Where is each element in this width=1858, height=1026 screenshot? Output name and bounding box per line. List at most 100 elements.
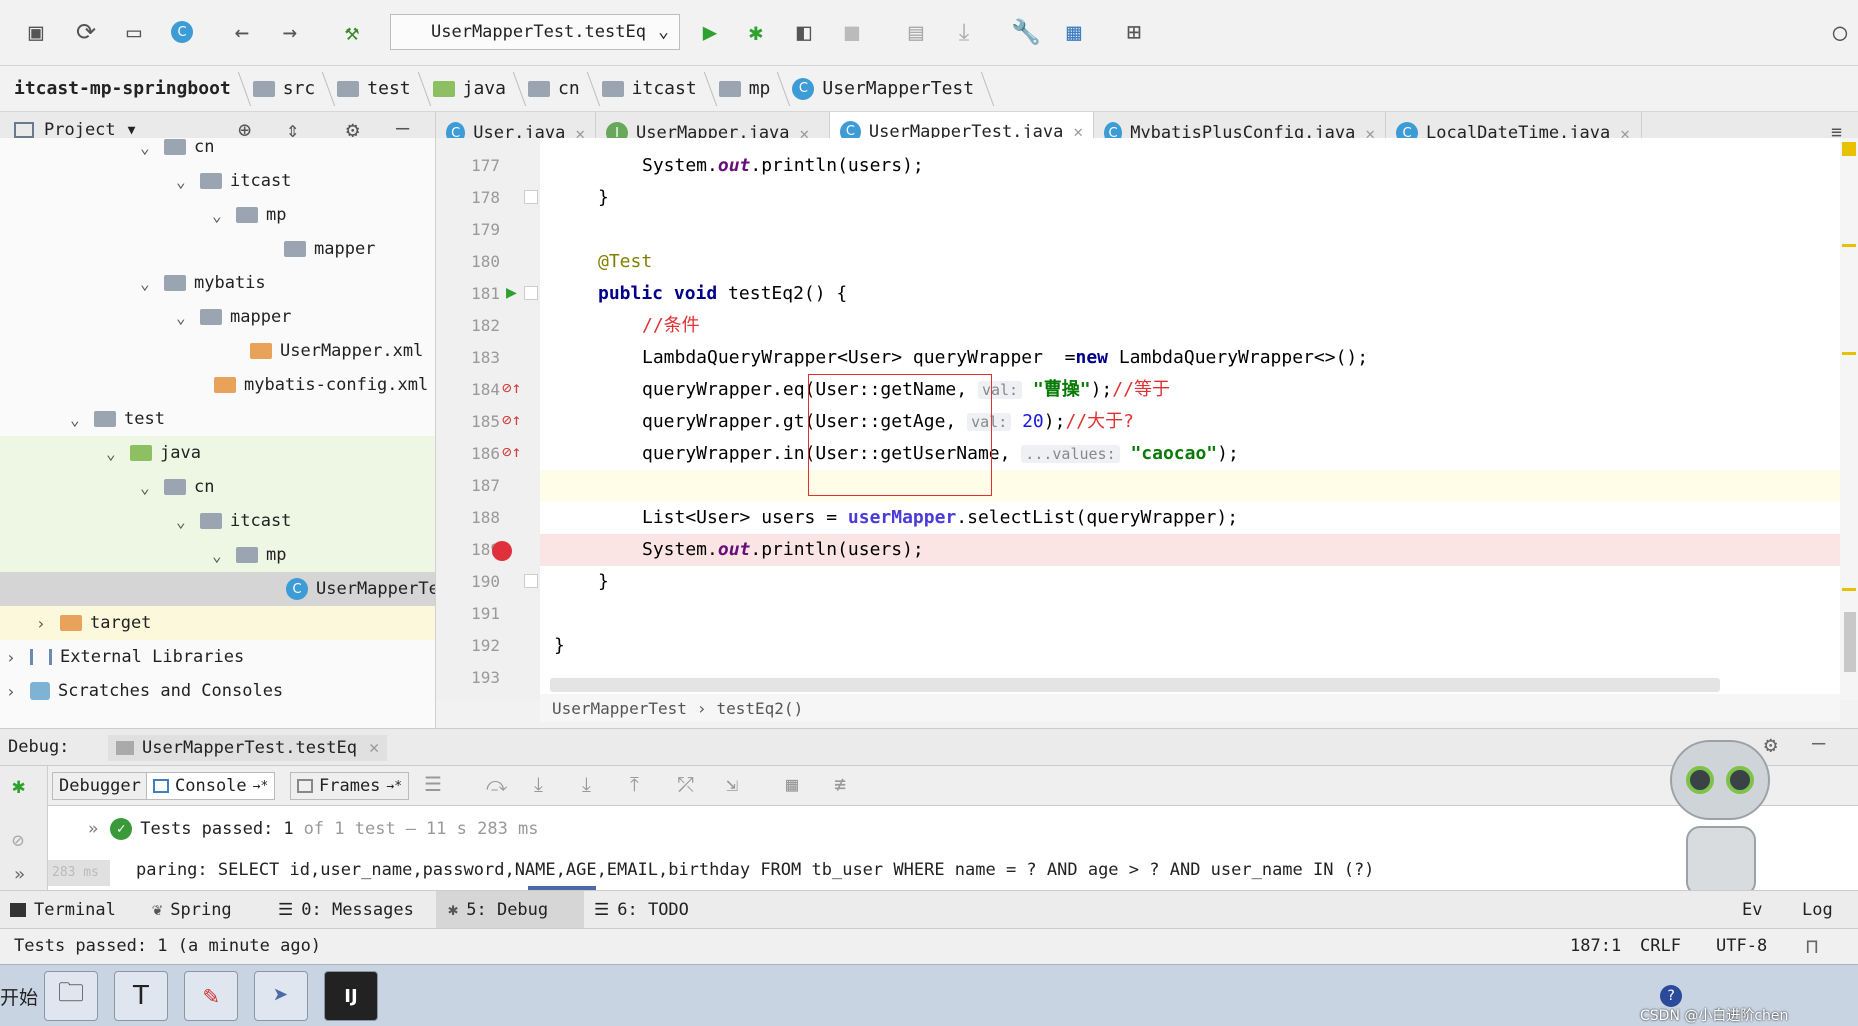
list-icon[interactable]: ☰	[424, 772, 442, 796]
settings-wrench-icon[interactable]: 🔧	[1010, 16, 1042, 48]
tree-node[interactable]: › External Libraries	[6, 640, 244, 674]
drop-frame-icon[interactable]: ⤱	[678, 772, 694, 796]
tree-node[interactable]: ⌄ itcast	[176, 164, 291, 198]
tab-spring[interactable]: ❦ Spring	[152, 891, 232, 929]
tree-node[interactable]: ⌄ test	[70, 402, 165, 436]
breadcrumb-src[interactable]: src	[245, 66, 330, 112]
tree-node[interactable]: ⌄ mp	[212, 538, 286, 572]
tab-frames[interactable]: Frames →*	[290, 772, 410, 800]
tab-console[interactable]: Console →*	[146, 772, 276, 800]
tree-node[interactable]: ⌄ cn	[140, 470, 214, 504]
mute-breakpoints-icon[interactable]: ⊘	[12, 828, 24, 852]
tree-node-selected[interactable]: C UserMapperTe	[286, 572, 435, 606]
code-editor[interactable]: System.out.println(users); } @Test publi…	[540, 138, 1840, 700]
editor-error-stripe[interactable]	[1840, 138, 1858, 700]
breadcrumb-java[interactable]: java	[425, 66, 520, 112]
stripe-mark[interactable]	[1842, 588, 1856, 591]
file-explorer-icon[interactable]: 🗀	[44, 971, 98, 1021]
tree-node[interactable]: ⌄ itcast	[176, 504, 291, 538]
method-reference-icon[interactable]: ⊘↑	[502, 442, 521, 461]
fold-icon[interactable]	[524, 286, 538, 300]
pin-icon[interactable]: →*	[253, 779, 269, 794]
method-reference-icon[interactable]: ⊘↑	[502, 378, 521, 397]
intellij-idea-icon[interactable]: IJ	[324, 971, 378, 1021]
tree-node[interactable]: mapper	[284, 232, 375, 266]
run-test-icon[interactable]: ▶	[506, 282, 517, 303]
breadcrumb-cn[interactable]: cn	[520, 66, 594, 112]
run-to-cursor-icon[interactable]: ⇲	[726, 772, 738, 796]
back-arrow-icon[interactable]: ←	[226, 16, 258, 48]
shark-app-icon[interactable]: ➤	[254, 971, 308, 1021]
vcs-commit-icon[interactable]: ⤓	[948, 16, 980, 48]
tree-node[interactable]: ⌄ mybatis	[140, 266, 266, 300]
close-icon[interactable]: ✕	[369, 738, 379, 758]
run-icon[interactable]: ▶	[694, 16, 726, 48]
tree-node[interactable]: ⌄ cn	[140, 138, 214, 164]
breadcrumb-mp[interactable]: mp	[711, 66, 785, 112]
step-over-icon[interactable]: ⤼	[486, 772, 507, 796]
tree-node[interactable]: ⌄ mapper	[176, 300, 291, 334]
tab-debugger[interactable]: Debugger	[52, 772, 148, 800]
vcs-update-icon[interactable]: ▤	[900, 16, 932, 48]
class-icon[interactable]: C	[166, 16, 198, 48]
expand-icon[interactable]: »	[14, 864, 25, 885]
force-step-into-icon[interactable]: ⤓	[582, 772, 591, 796]
horizontal-scrollbar[interactable]	[550, 678, 1720, 692]
text-editor-icon[interactable]: T	[114, 971, 168, 1021]
step-out-icon[interactable]: ⤒	[630, 772, 639, 796]
tab-messages[interactable]: ☰ 0: Messages	[278, 891, 414, 929]
breadcrumb-itcast[interactable]: itcast	[594, 66, 711, 112]
tree-node[interactable]: UserMapper.xml	[250, 334, 423, 368]
breadcrumb-test[interactable]: test	[329, 66, 424, 112]
stripe-mark[interactable]	[1842, 352, 1856, 355]
evaluate-icon[interactable]: ▦	[786, 772, 798, 796]
tree-node[interactable]: › Scratches and Consoles	[6, 674, 283, 708]
sync-icon[interactable]: ⟳	[70, 16, 102, 48]
save-icon[interactable]: ▣	[20, 16, 52, 48]
trace-icon[interactable]: ≢	[834, 772, 846, 796]
debug-bug-icon[interactable]: ✱	[12, 774, 25, 799]
sdk-manager-icon[interactable]: ⊞	[1118, 16, 1150, 48]
project-view-selector[interactable]: Project ▼	[14, 120, 135, 140]
vertical-scrollbar-thumb[interactable]	[1844, 612, 1856, 672]
tab-terminal[interactable]: Terminal	[10, 891, 116, 929]
folder-icon[interactable]: ▭	[118, 16, 150, 48]
method-reference-icon[interactable]: ⊘↑	[502, 410, 521, 429]
cursor-position[interactable]: 187:1	[1570, 936, 1621, 956]
forward-arrow-icon[interactable]: →	[274, 16, 306, 48]
app-icon[interactable]: ✎	[184, 971, 238, 1021]
breakpoint-icon[interactable]	[492, 541, 512, 561]
code-breadcrumb-method[interactable]: testEq2()	[717, 699, 804, 718]
help-icon[interactable]: ?	[1660, 985, 1682, 1007]
warning-indicator-icon[interactable]	[1842, 142, 1856, 156]
stripe-mark[interactable]	[1842, 244, 1856, 247]
tree-node[interactable]: ⌄ mp	[212, 198, 286, 232]
search-icon[interactable]: ○	[1824, 16, 1856, 48]
tree-node[interactable]: mybatis-config.xml	[214, 368, 428, 402]
tab-todo[interactable]: ☰ 6: TODO	[594, 891, 689, 929]
console-output[interactable]: » ✓ Tests passed: 1 of 1 test – 11 s 283…	[48, 806, 1858, 890]
breadcrumb-class[interactable]: C UserMapperTest	[784, 66, 988, 112]
minimize-icon[interactable]: —	[1812, 731, 1825, 756]
tree-node[interactable]: › target	[36, 606, 151, 640]
debug-session-tab[interactable]: UserMapperTest.testEq ✕	[108, 735, 388, 761]
tree-node[interactable]: ⌄ java	[106, 436, 201, 470]
run-configuration-select[interactable]: UserMapperTest.testEq ⌄	[390, 14, 680, 50]
project-structure-icon[interactable]: ▦	[1058, 16, 1090, 48]
pin-icon[interactable]: →*	[386, 779, 402, 794]
start-button[interactable]: 开始	[0, 983, 38, 1010]
file-encoding[interactable]: UTF-8	[1716, 936, 1767, 956]
breadcrumb-project[interactable]: itcast-mp-springboot	[0, 66, 245, 112]
coverage-icon[interactable]: ◧	[788, 16, 820, 48]
expand-icon[interactable]: »	[88, 819, 98, 839]
tab-debug[interactable]: ✱ 5: Debug	[436, 891, 584, 929]
fold-icon[interactable]	[524, 190, 538, 204]
stop-icon[interactable]: ■	[836, 16, 868, 48]
line-separator[interactable]: CRLF	[1640, 936, 1681, 956]
build-hammer-icon[interactable]: ⚒	[336, 16, 368, 48]
fold-icon[interactable]	[524, 574, 538, 588]
tab-log[interactable]: Log	[1802, 891, 1833, 929]
code-breadcrumb-class[interactable]: UserMapperTest	[552, 699, 687, 718]
tab-event-log[interactable]: Ev	[1742, 891, 1762, 929]
step-into-icon[interactable]: ⤓	[534, 772, 543, 796]
